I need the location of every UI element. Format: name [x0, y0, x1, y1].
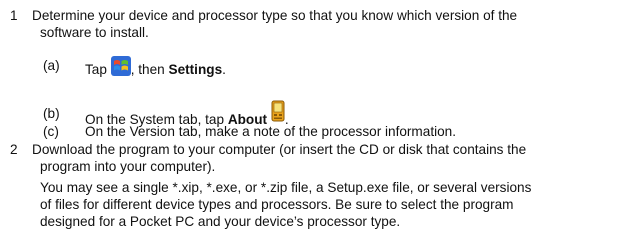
windows-start-icon [110, 56, 131, 76]
substep-b-label: (b) [43, 106, 60, 121]
substep-c-text: On the Version tab, make a note of the p… [85, 124, 457, 139]
substep-a-pre: Tap [85, 62, 111, 77]
step-1-number: 1 [10, 8, 18, 23]
step-1-line-1: Determine your device and processor type… [32, 8, 518, 23]
substep-c-label: (c) [43, 124, 59, 139]
step-2-note-line-3: designed for a Pocket PC and your device… [40, 214, 401, 229]
substep-a-mid: , then [130, 62, 169, 77]
settings-label: Settings [168, 62, 223, 77]
step-2-line-2: program into your computer). [40, 159, 216, 174]
about-device-icon [271, 100, 285, 122]
substep-a-label: (a) [43, 58, 60, 73]
step-1-line-2: software to install. [40, 25, 149, 40]
step-2-number: 2 [10, 142, 18, 157]
substep-a-text: Tap , then Settings. [85, 56, 226, 78]
step-2-line-1: Download the program to your computer (o… [32, 142, 527, 157]
substep-a-post: . [222, 62, 226, 77]
step-2-note-line-2: of files for different device types and … [40, 197, 514, 212]
step-2-note-line-1: You may see a single *.xip, *.exe, or *.… [40, 180, 532, 195]
